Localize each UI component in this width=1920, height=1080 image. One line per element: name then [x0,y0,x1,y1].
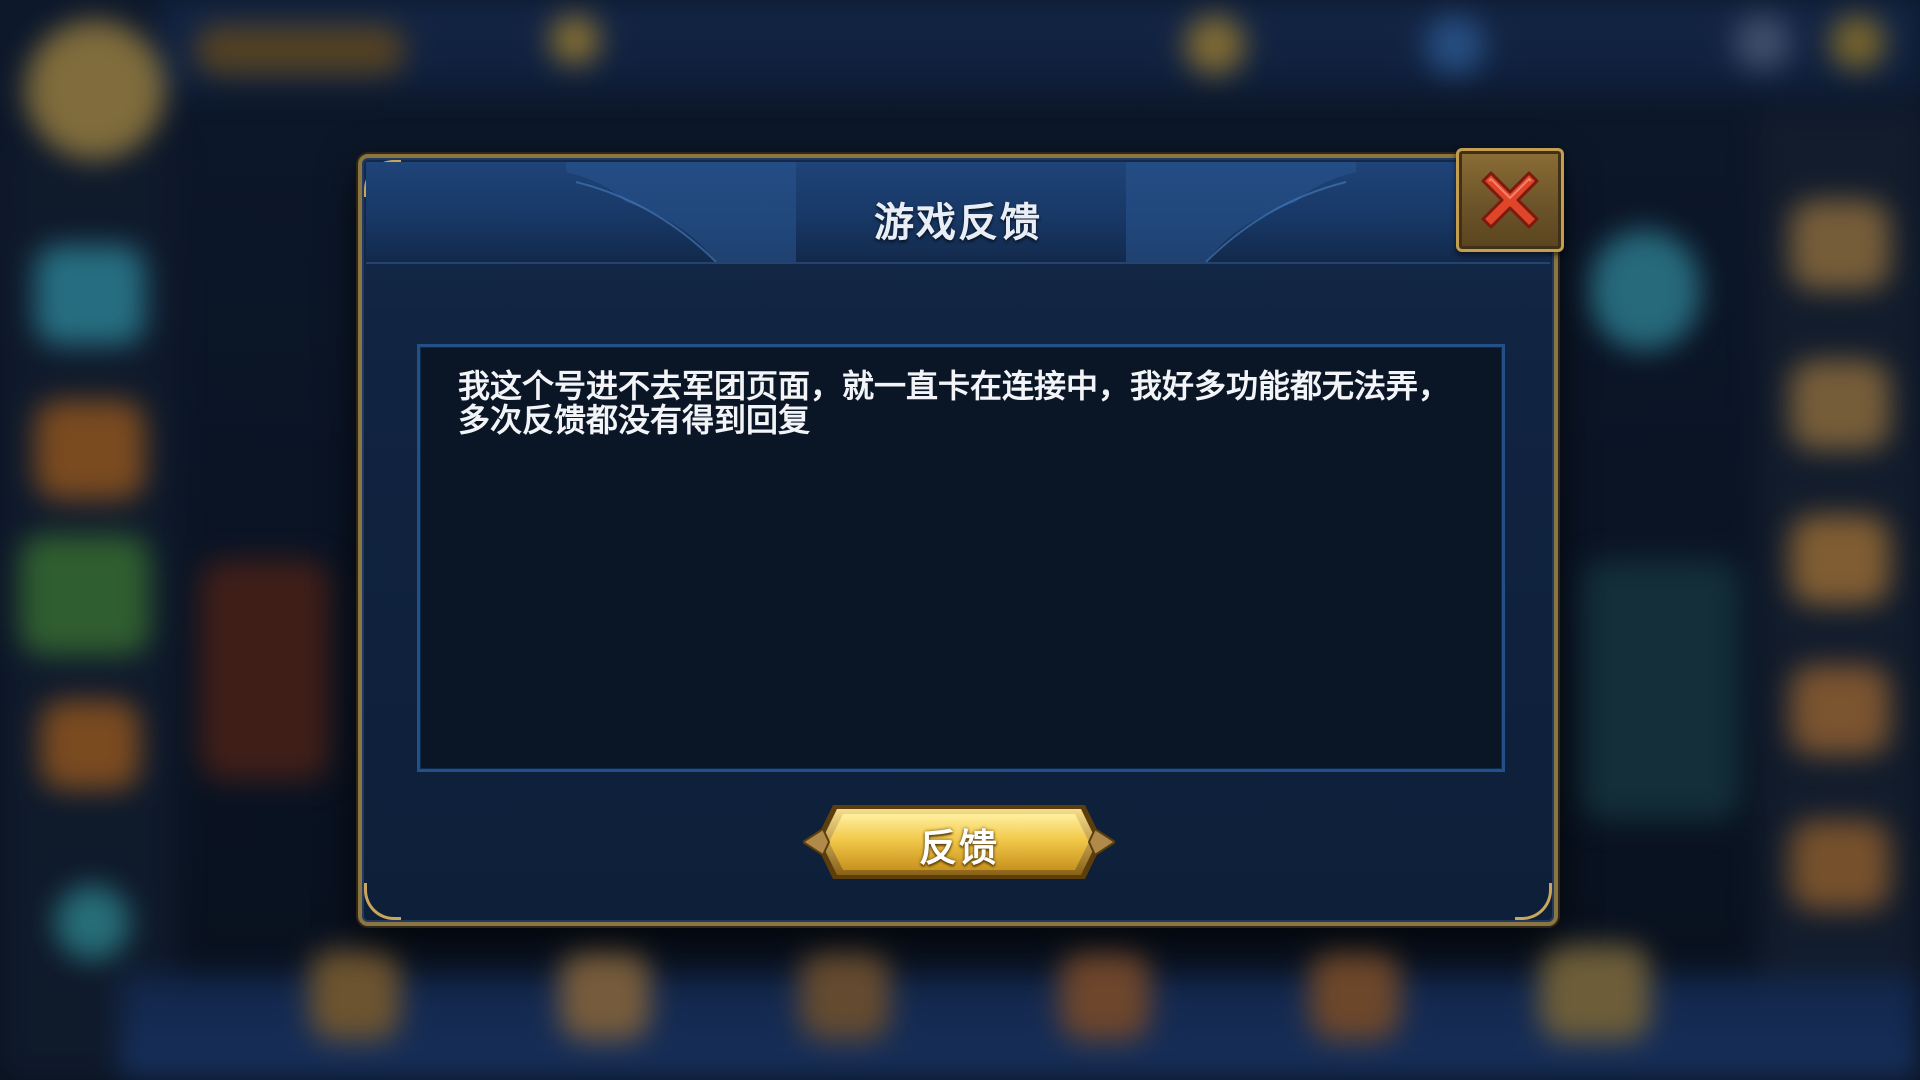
feedback-dialog: 游戏反馈 我这个号进不去军团页面，就一直卡在连接中，我好多功能都无法弄，多次反馈… [358,148,1564,926]
frame-corner-ornament [364,883,401,920]
feedback-textarea[interactable]: 我这个号进不去军团页面，就一直卡在连接中，我好多功能都无法弄，多次反馈都没有得到… [417,344,1505,772]
close-button[interactable] [1456,148,1564,252]
feedback-text: 我这个号进不去军团页面，就一直卡在连接中，我好多功能都无法弄，多次反馈都没有得到… [458,367,1451,439]
dialog-title: 游戏反馈 [874,200,1042,246]
frame-corner-ornament [1515,883,1552,920]
submit-feedback-button[interactable]: 反馈 [803,801,1115,883]
dialog-header: 游戏反馈 [366,162,1550,264]
close-x-icon [1481,171,1539,229]
submit-button-label: 反馈 [918,826,999,870]
